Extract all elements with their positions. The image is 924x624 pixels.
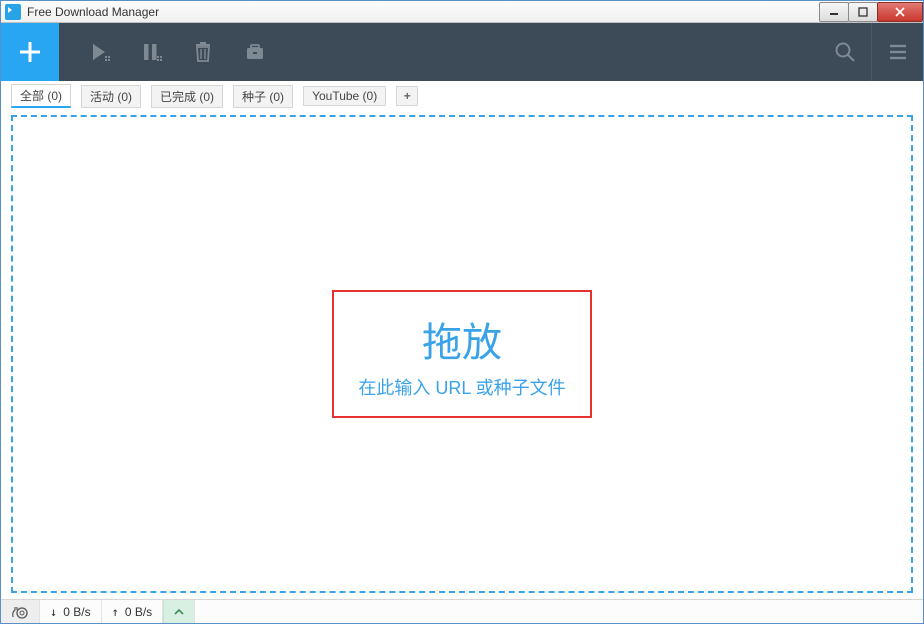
main-area: 拖放 在此输入 URL 或种子文件	[1, 107, 923, 599]
add-download-button[interactable]	[1, 23, 59, 81]
drop-title: 拖放	[358, 310, 565, 368]
tab-youtube[interactable]: YouTube (0)	[303, 86, 386, 106]
tab-add[interactable]: +	[396, 86, 418, 106]
up-arrow-icon: ↑	[112, 605, 119, 619]
speed-limit-button[interactable]	[1, 600, 40, 623]
filter-tabs: 全部 (0) 活动 (0) 已完成 (0) 种子 (0) YouTube (0)…	[1, 81, 923, 107]
down-arrow-icon: ↓	[50, 605, 57, 619]
play-icon	[87, 40, 111, 64]
upload-speed[interactable]: ↑ 0 B/s	[102, 600, 164, 623]
close-icon	[894, 7, 906, 17]
toolbar	[1, 23, 923, 81]
app-icon	[5, 4, 21, 20]
move-button[interactable]	[229, 23, 281, 81]
drop-subtitle: 在此输入 URL 或种子文件	[358, 374, 565, 400]
drop-zone[interactable]: 拖放 在此输入 URL 或种子文件	[11, 115, 913, 593]
upload-speed-value: 0 B/s	[125, 605, 152, 619]
minimize-button[interactable]	[819, 2, 849, 22]
pause-button[interactable]	[125, 23, 177, 81]
briefcase-icon	[244, 41, 266, 63]
download-speed[interactable]: ↓ 0 B/s	[40, 600, 102, 623]
status-bar: ↓ 0 B/s ↑ 0 B/s	[1, 599, 923, 623]
expand-status-button[interactable]	[163, 600, 195, 623]
plus-icon	[16, 38, 44, 66]
drop-box: 拖放 在此输入 URL 或种子文件	[332, 290, 591, 418]
title-bar: Free Download Manager	[1, 1, 923, 23]
download-speed-value: 0 B/s	[63, 605, 90, 619]
pause-icon	[139, 40, 163, 64]
tab-completed[interactable]: 已完成 (0)	[151, 85, 223, 108]
window-controls	[820, 2, 923, 22]
trash-icon	[192, 41, 214, 63]
start-button[interactable]	[73, 23, 125, 81]
search-button[interactable]	[819, 23, 871, 81]
tab-all[interactable]: 全部 (0)	[11, 84, 71, 108]
close-button[interactable]	[877, 2, 923, 22]
minimize-icon	[829, 7, 839, 17]
tab-torrents[interactable]: 种子 (0)	[233, 85, 293, 108]
hamburger-icon	[887, 41, 909, 63]
tab-active[interactable]: 活动 (0)	[81, 85, 141, 108]
menu-button[interactable]	[871, 23, 923, 81]
window-title: Free Download Manager	[27, 5, 159, 19]
snail-icon	[11, 605, 29, 619]
delete-button[interactable]	[177, 23, 229, 81]
maximize-button[interactable]	[848, 2, 878, 22]
maximize-icon	[858, 7, 868, 17]
chevron-up-icon	[174, 608, 184, 616]
search-icon	[834, 41, 856, 63]
